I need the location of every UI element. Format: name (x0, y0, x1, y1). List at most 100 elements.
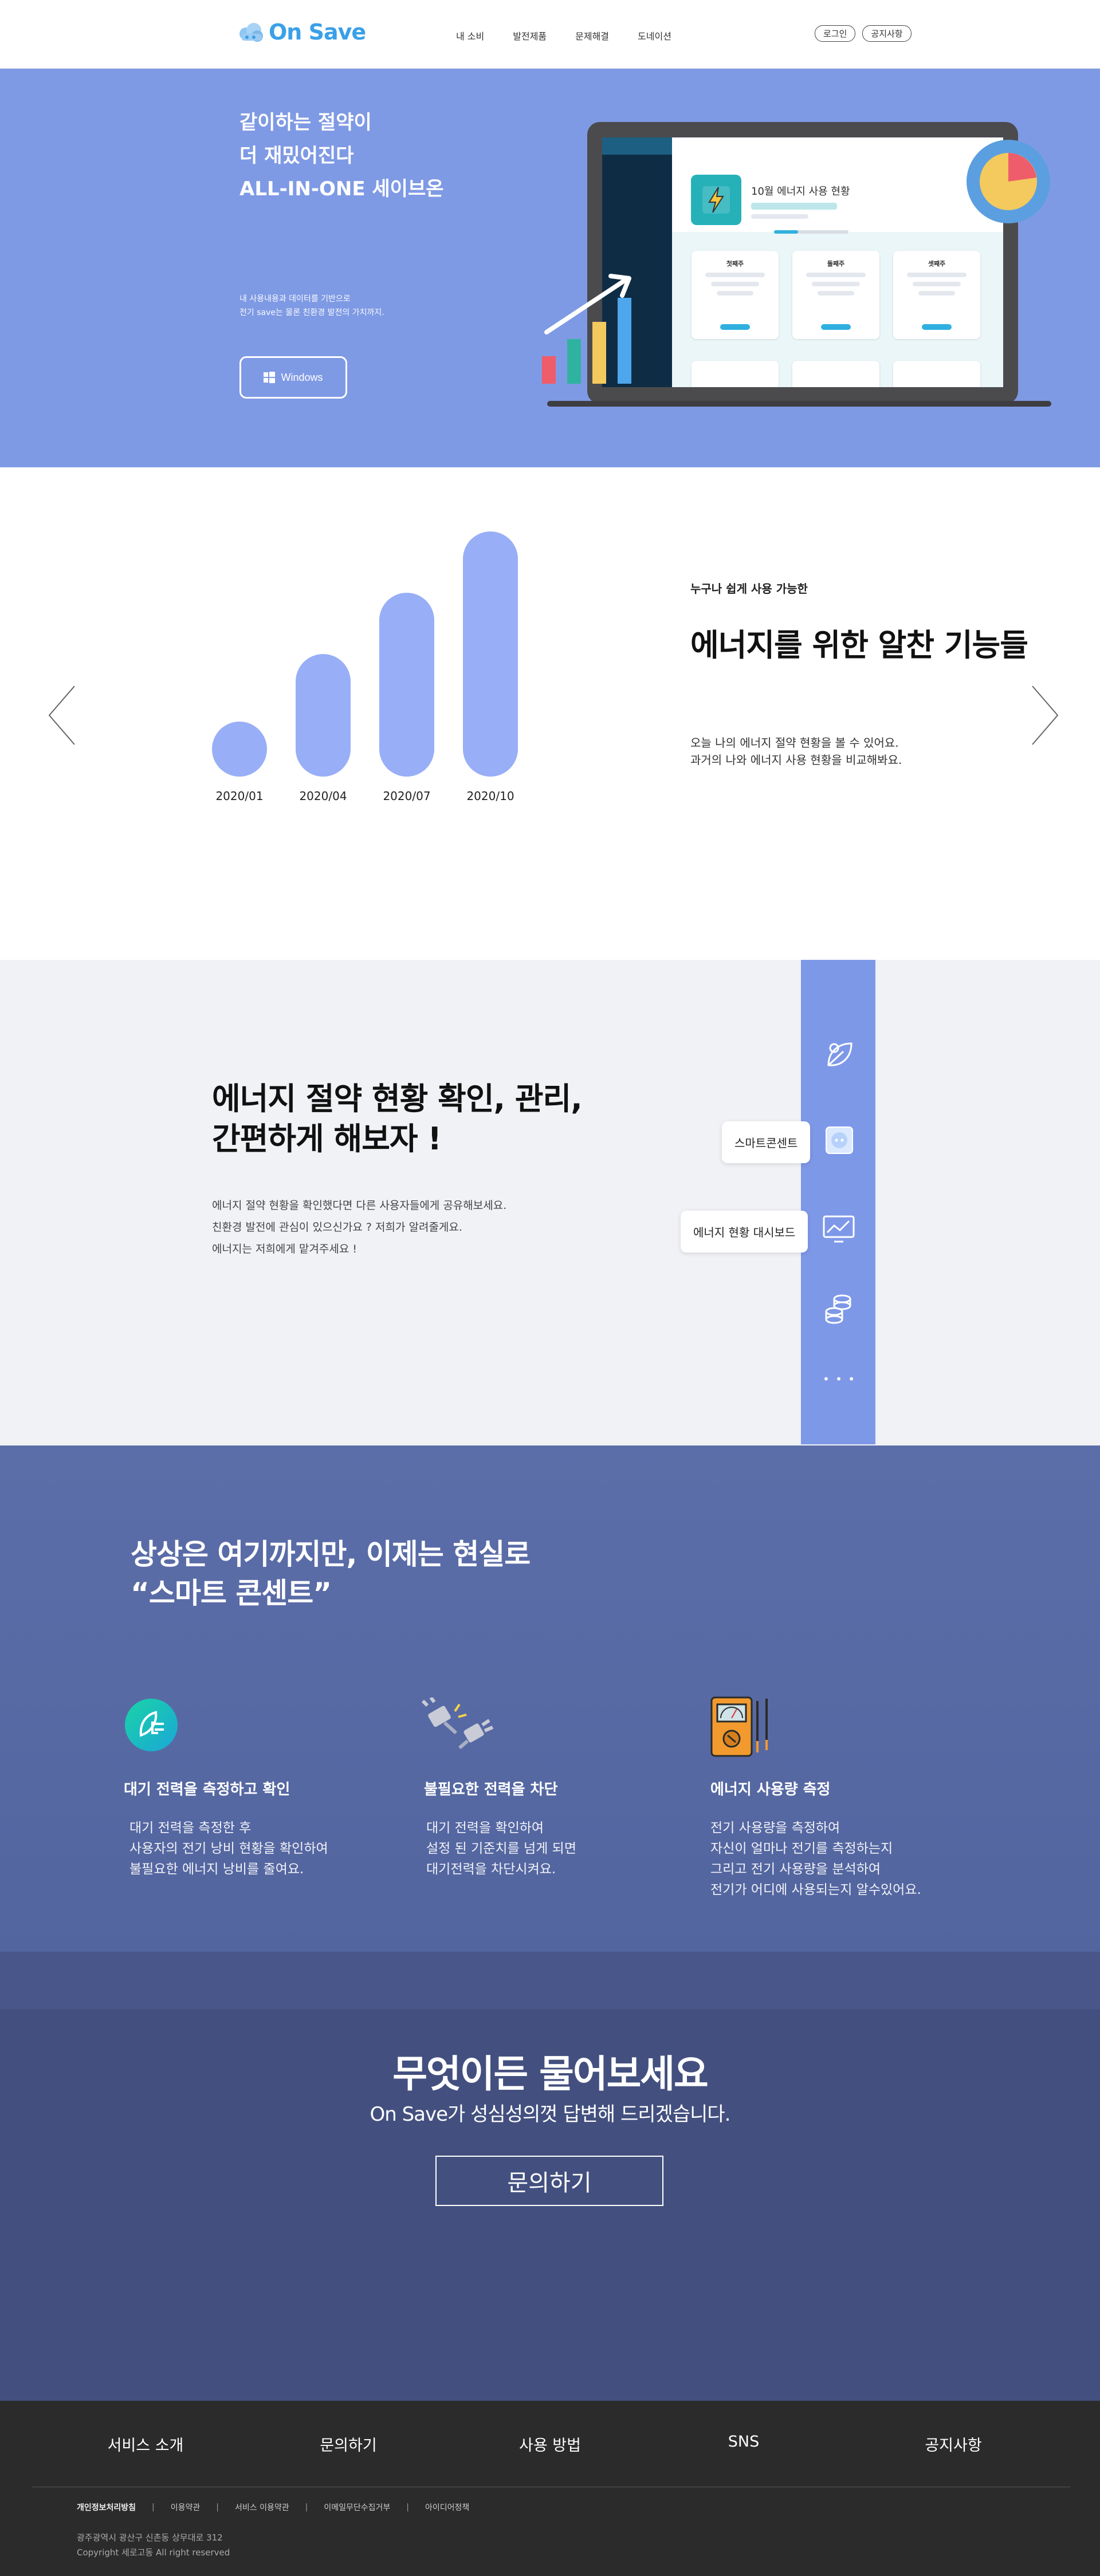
footer-link-idea-policy[interactable]: 아이디어정책 (425, 2502, 469, 2513)
footer-links: 개인정보처리방침 | 이용약관 | 서비스 이용약관 | 이메일무단수집거부 |… (77, 2502, 469, 2513)
multimeter-icon (710, 1696, 768, 1757)
smart-item-title: 대기 전력을 측정하고 확인 (124, 1781, 290, 1798)
footer-copyright: Copyright 세로고동 All right reserved (77, 2547, 230, 2558)
footer-link-terms[interactable]: 이용약관 (171, 2502, 201, 2513)
windows-label: Windows (281, 371, 323, 383)
footer-nav-howto[interactable]: 사용 방법 (476, 2433, 624, 2455)
nav-item-problem-solving[interactable]: 문제해결 (575, 29, 609, 42)
week-card: 첫째주 (692, 251, 779, 339)
chart-tick-label: 2020/04 (299, 789, 347, 803)
smart-item-desc-line: 대기 전력을 확인하여 (426, 1821, 544, 1836)
footer-nav-service[interactable]: 서비스 소개 (71, 2433, 220, 2455)
inquiry-subtitle: On Save가 성심성의껏 답변해 드리겠습니다. (370, 2103, 730, 2126)
manage-desc-line: 친환경 발전에 관심이 있으신가요 ? 저희가 알려줄게요. (212, 1221, 462, 1234)
usage-bar-chart: 2020/01 2020/04 2020/07 2020/10 (206, 531, 527, 834)
smart-item-desc-line: 대기전력을 차단시켜요. (426, 1862, 556, 1877)
smart-title-line: 상상은 여기까지만, 이제는 현실로 (131, 1538, 531, 1571)
screen-sidebar-header (602, 137, 672, 155)
card-button (720, 324, 750, 330)
energy-dashboard-tag[interactable]: 에너지 현황 대시보드 (681, 1211, 808, 1252)
features-description: 오늘 나의 에너지 절약 현황을 볼 수 있어요. 과거의 나와 에너지 사용 … (690, 734, 902, 769)
inquiry-title: 무엇이든 물어보세요 (392, 2052, 708, 2096)
smart-item-title: 불필요한 전력을 차단 (424, 1781, 558, 1798)
nav-item-products[interactable]: 발전제품 (513, 29, 547, 42)
slider-next-arrow-icon[interactable] (1028, 684, 1062, 747)
cloud-logo-icon (239, 23, 263, 42)
smart-item-desc-line: 사용자의 전기 낭비 현황을 확인하여 (129, 1841, 328, 1856)
card-line (918, 291, 955, 296)
screen-progress-active (774, 230, 798, 234)
nav-item-consumption[interactable]: 내 소비 (456, 29, 484, 42)
inquiry-top-band (0, 1952, 1100, 2009)
pie-chart-icon (967, 140, 1050, 223)
manage-title-line: 에너지 절약 현황 확인, 관리, (212, 1081, 583, 1117)
card-line (717, 291, 753, 296)
footer-link-separator: | (152, 2503, 155, 2512)
chart-tick-label: 2020/07 (383, 789, 431, 803)
manage-desc-line: 에너지는 저희에게 맡겨주세요 ! (212, 1243, 357, 1255)
features-section: 2020/01 2020/04 2020/07 2020/10 누구나 쉽게 사용 가… (0, 467, 1100, 960)
week-card (893, 361, 980, 387)
week-card (692, 361, 779, 387)
footer-address: 광주광역시 광산구 신촌동 상무대로 312 (77, 2532, 223, 2543)
chart-bar (379, 593, 434, 777)
lightning-icon (702, 186, 730, 214)
footer-link-separator: | (216, 2503, 219, 2512)
smart-item-desc-line: 그리고 전기 사용량을 분석하여 (710, 1862, 881, 1877)
hero-title-line: 더 재밌어진다 (239, 144, 354, 167)
footer-link-privacy[interactable]: 개인정보처리방침 (77, 2502, 136, 2513)
hero-subtitle: 내 사용내용과 데이터를 기반으로 전기 save는 물론 친환경 발전의 가치… (239, 292, 384, 320)
week-card: 둘째주 (792, 251, 879, 339)
footer-nav-notice[interactable]: 공지사항 (879, 2433, 1028, 2455)
smart-item-desc-line: 대기 전력을 측정한 후 (129, 1821, 252, 1836)
energy-app-icon (691, 175, 741, 225)
hero-title-line: 같이하는 절약이 (239, 111, 372, 134)
plugs-icon (422, 1697, 494, 1749)
plug-leaf-icon (125, 1699, 178, 1751)
more-indicator[interactable]: • • • (823, 1372, 856, 1386)
logo[interactable]: On Save (238, 19, 366, 45)
footer-nav-sns[interactable]: SNS (669, 2433, 818, 2451)
smart-item-desc-line: 자신이 얼마나 전기를 측정하는지 (710, 1841, 893, 1856)
card-label: 첫째주 (726, 260, 744, 267)
dashboard-chart-icon (823, 1215, 855, 1243)
smart-title: 상상은 여기까지만, 이제는 현실로 “스마트 콘센트” (131, 1535, 531, 1613)
screen-placeholder (751, 203, 837, 210)
inquiry-button[interactable]: 문의하기 (435, 2156, 663, 2206)
smart-outlet-tag[interactable]: 스마트콘센트 (722, 1121, 811, 1163)
windows-icon (264, 372, 276, 383)
footer-link-email-policy[interactable]: 이메일무단수집거부 (324, 2502, 390, 2513)
growth-chart-icon (542, 274, 631, 384)
card-button (821, 324, 851, 330)
smart-title-line: “스마트 콘센트” (131, 1577, 332, 1610)
nav-item-donation[interactable]: 도네이션 (638, 29, 671, 42)
footer-link-service-terms[interactable]: 서비스 이용약관 (235, 2502, 289, 2513)
card-line (913, 282, 961, 286)
manage-description: 에너지 절약 현황을 확인했다면 다른 사용자들에게 공유해보세요. 친환경 발… (212, 1195, 506, 1260)
hero-sub-line: 내 사용내용과 데이터를 기반으로 (239, 294, 351, 304)
windows-download-button[interactable]: Windows (239, 356, 347, 399)
screen-title: 10월 에너지 사용 현황 (751, 186, 850, 198)
card-line (711, 282, 759, 286)
chart-tick-label: 2020/01 (215, 789, 264, 803)
smart-item-desc: 전기 사용량을 측정하여 자신이 얼마나 전기를 측정하는지 그리고 전기 사용… (710, 1818, 921, 1900)
chart-tick-label: 2020/10 (466, 789, 514, 803)
footer-nav-inquiry[interactable]: 문의하기 (274, 2433, 423, 2455)
week-card: 셋째주 (893, 251, 980, 339)
footer-link-separator: | (305, 2503, 308, 2512)
pie-icon-art (980, 153, 1037, 210)
laptop-screen: 10월 에너지 사용 현황 첫째주 둘째주 셋째주 (602, 137, 1003, 387)
slider-prev-arrow-icon[interactable] (45, 684, 79, 747)
smart-outlet-section: 상상은 여기까지만, 이제는 현실로 “스마트 콘센트” 대기 전력을 측정하고… (0, 1445, 1100, 1952)
hero-title: 같이하는 절약이 더 재밌어진다 ALL-IN-ONE 세이브온 (239, 106, 444, 206)
notice-button[interactable]: 공지사항 (862, 25, 912, 42)
manage-desc-line: 에너지 절약 현황을 확인했다면 다른 사용자들에게 공유해보세요. (212, 1199, 507, 1212)
smart-item-title: 에너지 사용량 측정 (710, 1781, 831, 1798)
smart-item-desc: 대기 전력을 측정한 후 사용자의 전기 낭비 현황을 확인하여 불필요한 에너… (129, 1818, 328, 1880)
smart-item-desc-line: 설정 된 기준치를 넘게 되면 (426, 1841, 577, 1856)
card-line (806, 273, 866, 277)
login-button[interactable]: 로그인 (815, 25, 856, 42)
features-desc-line: 과거의 나와 에너지 사용 현황을 비교해봐요. (690, 753, 902, 767)
footer-address-block: 광주광역시 광산구 신촌동 상무대로 312 Copyright 세로고동 Al… (77, 2530, 230, 2560)
manage-section: 에너지 절약 현황 확인, 관리, 간편하게 해보자 ! 에너지 절약 현황을 … (0, 960, 1100, 1445)
